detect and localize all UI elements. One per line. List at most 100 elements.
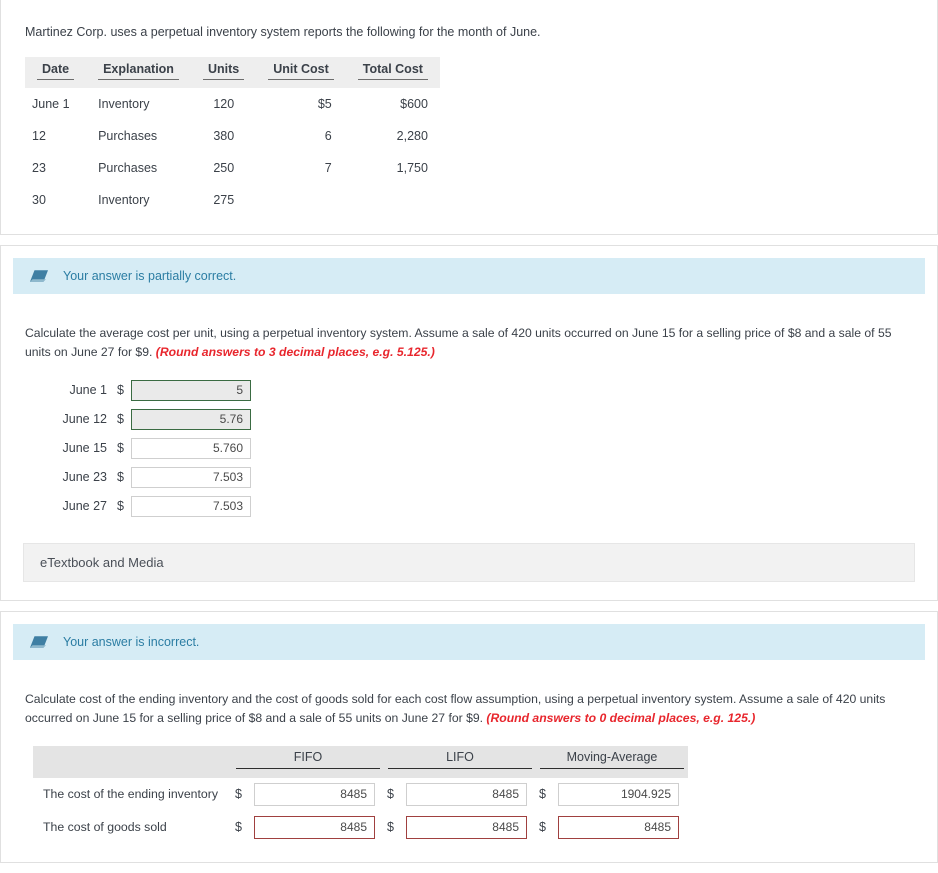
cell-date: 23	[32, 161, 46, 176]
results-header-blank	[33, 745, 232, 778]
input-lifo-cogs[interactable]	[406, 815, 527, 839]
answer-input-june-12[interactable]	[131, 408, 251, 430]
inventory-header-unit-cost: Unit Cost	[256, 57, 346, 89]
intro-text: Martinez Corp. uses a perpetual inventor…	[25, 25, 541, 39]
answer-label: June 1	[69, 383, 107, 398]
currency-symbol: $	[117, 412, 124, 427]
answer-row-june-23: June 23 $	[41, 466, 915, 488]
cell-explanation: Inventory	[98, 193, 150, 208]
results-header-lifo: LIFO	[384, 745, 536, 778]
results-cell-fifo-ending-inventory: $	[232, 778, 384, 811]
currency-symbol: $	[235, 820, 242, 835]
cell-units: 380	[213, 129, 235, 144]
currency-symbol: $	[117, 383, 124, 398]
input-fifo-cogs[interactable]	[254, 815, 375, 839]
inventory-header-explanation: Explanation	[86, 57, 191, 89]
part-a-prompt: Calculate the average cost per unit, usi…	[23, 308, 915, 362]
inventory-table-body: June 1 Inventory 120 $5 $600 12 Purchase…	[25, 88, 440, 216]
part-a-body: Calculate the average cost per unit, usi…	[1, 294, 937, 600]
cell-explanation: Inventory	[98, 97, 150, 112]
input-moving-average-cogs[interactable]	[558, 815, 679, 839]
answer-label: June 27	[62, 499, 107, 514]
results-row-label: The cost of the ending inventory	[43, 787, 218, 802]
answer-row-june-1: June 1 $	[41, 379, 915, 401]
results-row-label: The cost of goods sold	[43, 820, 167, 835]
results-cell-fifo-cogs: $	[232, 811, 384, 844]
table-row-ending-inventory: The cost of the ending inventory $ $	[33, 778, 688, 811]
currency-symbol: $	[387, 820, 394, 835]
cell-date: 30	[32, 193, 46, 208]
cell-explanation: Purchases	[98, 129, 158, 144]
input-fifo-ending-inventory[interactable]	[254, 782, 375, 806]
currency-symbol: $	[539, 787, 546, 802]
status-banner-incorrect: Your answer is incorrect.	[13, 623, 925, 660]
results-header-row: FIFO LIFO Moving-Average	[33, 745, 688, 778]
status-banner-partially-correct: Your answer is partially correct.	[13, 258, 925, 295]
table-row: 12 Purchases 380 6 2,280	[25, 120, 440, 152]
cell-unit-cost: 6	[324, 129, 332, 144]
cell-unit-cost: 7	[324, 161, 332, 176]
cell-date: June 1	[32, 97, 70, 112]
cell-unit-cost: $5	[317, 97, 332, 112]
inventory-table-head: Date Explanation Units Unit Cost Total C…	[25, 57, 440, 89]
answer-label: June 12	[62, 412, 107, 427]
answer-input-june-1[interactable]	[131, 379, 251, 401]
results-cell-lifo-cogs: $	[384, 811, 536, 844]
table-row: June 1 Inventory 120 $5 $600	[25, 88, 440, 120]
cell-units: 120	[213, 97, 235, 112]
eraser-icon	[30, 636, 48, 648]
cell-total-cost: 2,280	[396, 129, 428, 144]
cell-explanation: Purchases	[98, 161, 158, 176]
results-table-head: FIFO LIFO Moving-Average	[33, 745, 688, 778]
cell-unit-cost	[256, 184, 346, 216]
cell-total-cost	[346, 184, 440, 216]
inventory-header-total-cost: Total Cost	[345, 57, 440, 89]
answer-label: June 23	[62, 470, 107, 485]
cell-units: 275	[213, 193, 235, 208]
part-b-body: Calculate cost of the ending inventory a…	[1, 660, 937, 862]
currency-symbol: $	[117, 441, 124, 456]
currency-symbol: $	[117, 499, 124, 514]
inventory-header-units: Units	[190, 57, 257, 89]
status-banner-text: Your answer is incorrect.	[63, 634, 200, 649]
currency-symbol: $	[235, 787, 242, 802]
answer-input-june-15[interactable]	[131, 437, 251, 459]
table-row: 23 Purchases 250 7 1,750	[25, 152, 440, 184]
results-cell-moving-average-cogs: $	[536, 811, 688, 844]
part-b-prompt: Calculate cost of the ending inventory a…	[23, 674, 915, 728]
intro-card-body: Martinez Corp. uses a perpetual inventor…	[1, 0, 937, 234]
intro-card: Martinez Corp. uses a perpetual inventor…	[0, 0, 938, 236]
results-header-moving-average: Moving-Average	[536, 745, 688, 778]
cell-total-cost: $600	[400, 97, 428, 112]
inventory-header-date: Date	[25, 57, 87, 89]
results-cell-lifo-ending-inventory: $	[384, 778, 536, 811]
assignment-page: Martinez Corp. uses a perpetual inventor…	[0, 0, 938, 863]
part-b-prompt-main: Calculate cost of the ending inventory a…	[25, 691, 886, 725]
part-b-round-note: (Round answers to 0 decimal places, e.g.…	[486, 710, 756, 725]
answer-input-june-23[interactable]	[131, 466, 251, 488]
inventory-header-row: Date Explanation Units Unit Cost Total C…	[25, 57, 440, 89]
currency-symbol: $	[539, 820, 546, 835]
status-banner-text: Your answer is partially correct.	[63, 269, 237, 284]
cost-flow-results-table: FIFO LIFO Moving-Average The cost of the…	[33, 745, 688, 844]
inventory-table: Date Explanation Units Unit Cost Total C…	[25, 57, 440, 216]
currency-symbol: $	[117, 470, 124, 485]
input-moving-average-ending-inventory[interactable]	[558, 782, 679, 806]
input-lifo-ending-inventory[interactable]	[406, 782, 527, 806]
table-row: 30 Inventory 275	[25, 184, 440, 216]
part-a-round-note: (Round answers to 3 decimal places, e.g.…	[155, 345, 435, 360]
etextbook-and-media-button[interactable]: eTextbook and Media	[23, 542, 915, 582]
part-b-card: Your answer is incorrect. Calculate cost…	[0, 610, 938, 863]
cell-date: 12	[32, 129, 46, 144]
answer-row-june-15: June 15 $	[41, 437, 915, 459]
part-a-card: Your answer is partially correct. Calcul…	[0, 245, 938, 601]
answer-row-june-27: June 27 $	[41, 495, 915, 517]
results-header-fifo: FIFO	[232, 745, 384, 778]
answer-label: June 15	[62, 441, 107, 456]
answer-row-june-12: June 12 $	[41, 408, 915, 430]
results-table-body: The cost of the ending inventory $ $	[33, 778, 688, 844]
eraser-icon	[30, 270, 48, 282]
cell-units: 250	[213, 161, 235, 176]
currency-symbol: $	[387, 787, 394, 802]
answer-input-june-27[interactable]	[131, 495, 251, 517]
